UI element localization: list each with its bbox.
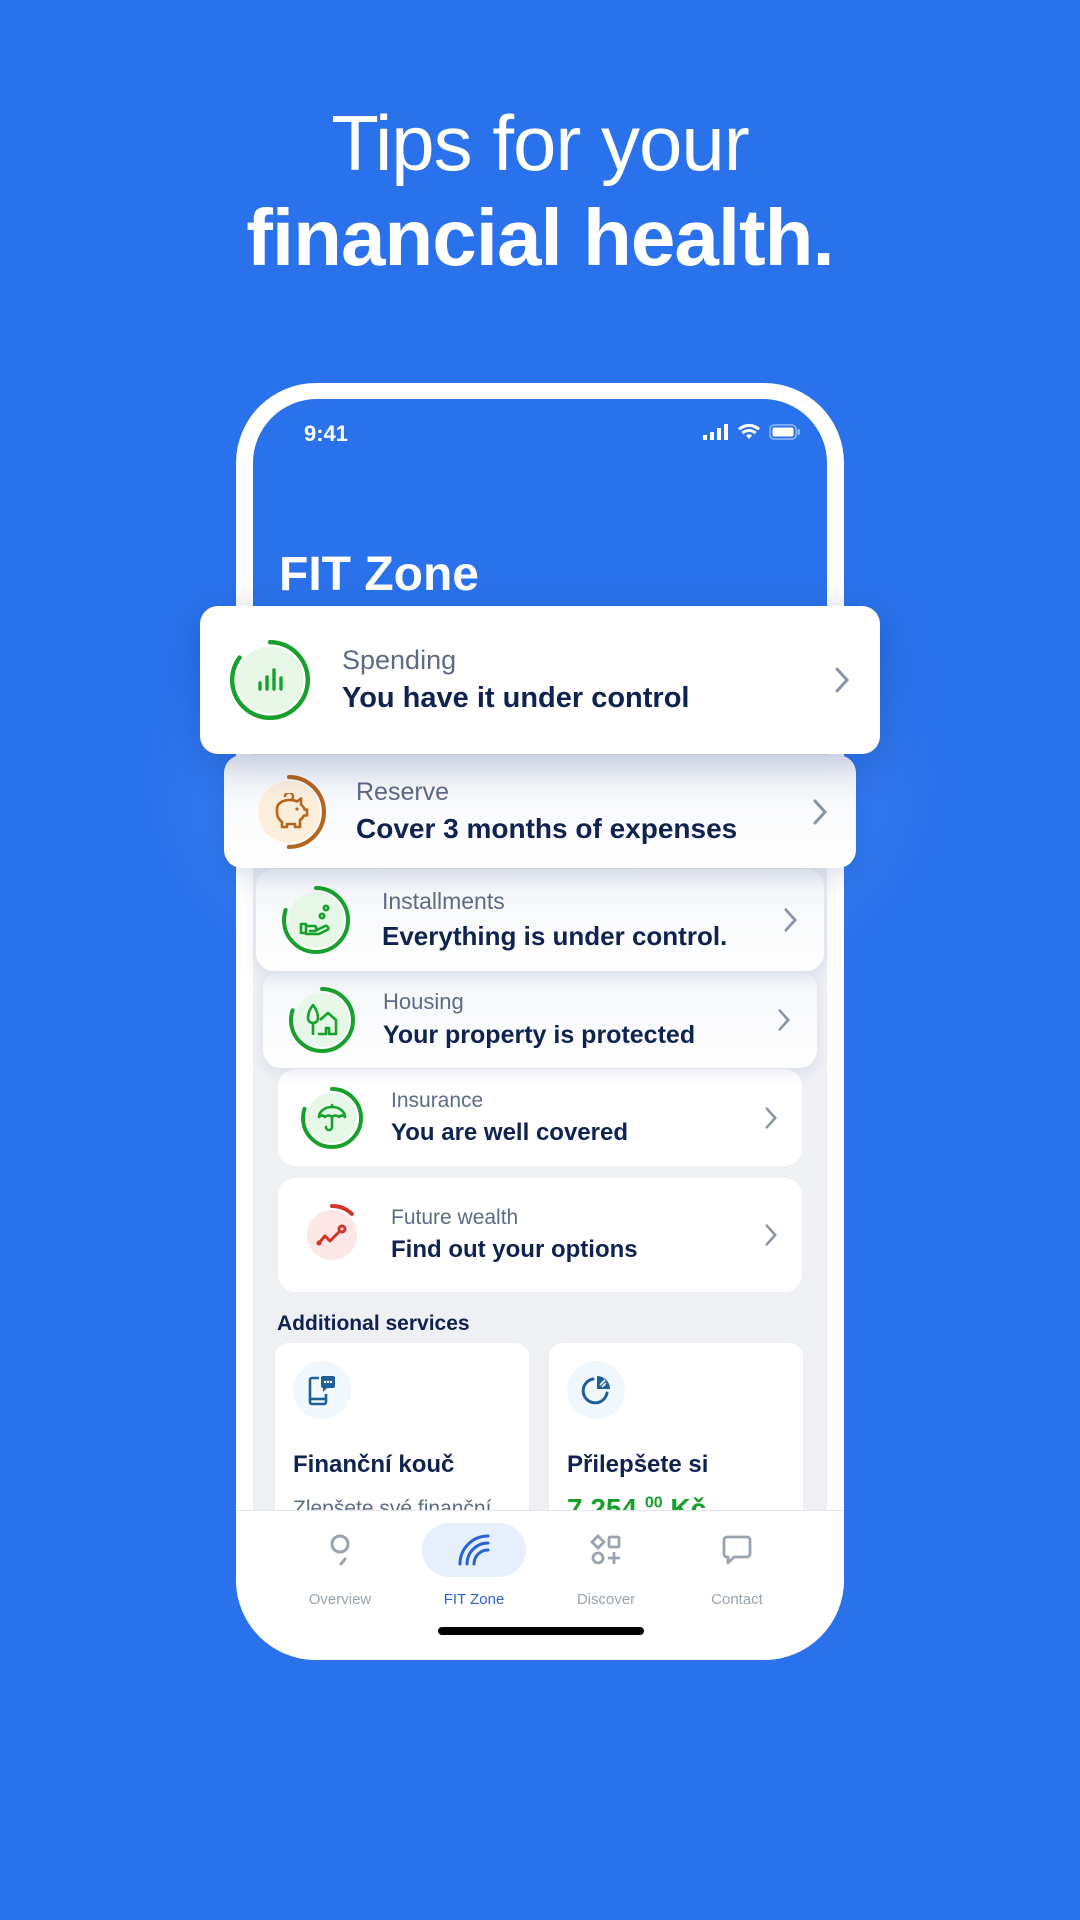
card-title: Find out your options [391, 1236, 638, 1263]
card-label: Reserve [356, 778, 450, 806]
card-installments[interactable]: Installments Everything is under control. [256, 869, 824, 971]
status-time: 9:41 [304, 421, 349, 446]
chevron-right-icon [765, 1224, 778, 1246]
card-reserve[interactable]: Reserve Cover 3 months of expenses [224, 755, 856, 868]
fit-zone-icon [458, 1534, 490, 1566]
nav-discover[interactable]: Discover [546, 1523, 666, 1608]
card-title: You have it under control [342, 682, 690, 714]
trend-line-icon [316, 1224, 347, 1246]
status-ring [301, 1086, 363, 1149]
overview-icon [330, 1534, 350, 1566]
chevron-right-icon [778, 1008, 791, 1031]
piggy-bank-icon [275, 792, 309, 828]
card-title: Everything is under control. [382, 921, 728, 951]
card-title: Your property is protected [383, 1021, 696, 1049]
status-icons [703, 423, 801, 440]
discover-icon [590, 1534, 621, 1565]
nav-overview[interactable]: Overview [280, 1523, 400, 1608]
nav-label: Discover [576, 1591, 636, 1608]
house-tree-icon [306, 1003, 338, 1035]
status-ring [230, 640, 310, 720]
chat-bubble-icon [722, 1535, 752, 1565]
card-label: Housing [383, 989, 464, 1014]
bottom-nav: Overview FIT Zone Discover Contact [236, 1510, 844, 1660]
hand-coins-icon [299, 904, 330, 936]
card-label: Future wealth [391, 1206, 519, 1229]
page-title: FIT Zone [279, 548, 479, 601]
nav-label: FIT Zone [443, 1591, 505, 1608]
cellular-signal-icon [703, 423, 728, 440]
card-future-wealth[interactable]: Future wealth Find out your options [278, 1178, 802, 1292]
service-icon [567, 1361, 625, 1419]
hero-title-line1: Tips for your [331, 99, 750, 187]
wifi-icon [738, 423, 760, 439]
nav-label: Overview [308, 1591, 372, 1608]
status-ring [301, 1204, 363, 1266]
status-ring [252, 774, 326, 849]
card-spending[interactable]: Spending You have it under control [200, 606, 880, 754]
umbrella-icon [317, 1103, 347, 1131]
chevron-right-icon [765, 1106, 778, 1129]
phone-chat-icon [308, 1376, 335, 1406]
hero-title-line2: financial health. [246, 193, 835, 282]
nav-label: Contact [711, 1591, 763, 1608]
card-label: Spending [342, 645, 457, 675]
card-housing[interactable]: Housing Your property is protected [263, 971, 817, 1068]
status-ring [282, 886, 350, 954]
chevron-right-icon [835, 667, 850, 693]
bar-chart-icon [258, 668, 283, 691]
chevron-right-icon [784, 908, 798, 932]
service-icon [293, 1361, 351, 1419]
card-label: Installments [382, 888, 505, 914]
home-indicator [438, 1627, 644, 1635]
chevron-right-icon [813, 799, 828, 824]
service-title: Přilepšete si [567, 1451, 709, 1478]
card-title: You are well covered [391, 1118, 628, 1146]
card-insurance[interactable]: Insurance You are well covered [278, 1069, 802, 1166]
card-title: Cover 3 months of expenses [356, 813, 738, 844]
nav-contact[interactable]: Contact [677, 1523, 797, 1608]
status-ring [289, 986, 355, 1053]
service-title: Finanční kouč [293, 1451, 455, 1478]
pie-chart-icon [581, 1376, 610, 1405]
battery-icon [769, 423, 800, 440]
section-heading-additional-services: Additional services [277, 1312, 470, 1335]
nav-fit-zone[interactable]: FIT Zone [414, 1523, 534, 1608]
card-label: Insurance [391, 1088, 484, 1112]
